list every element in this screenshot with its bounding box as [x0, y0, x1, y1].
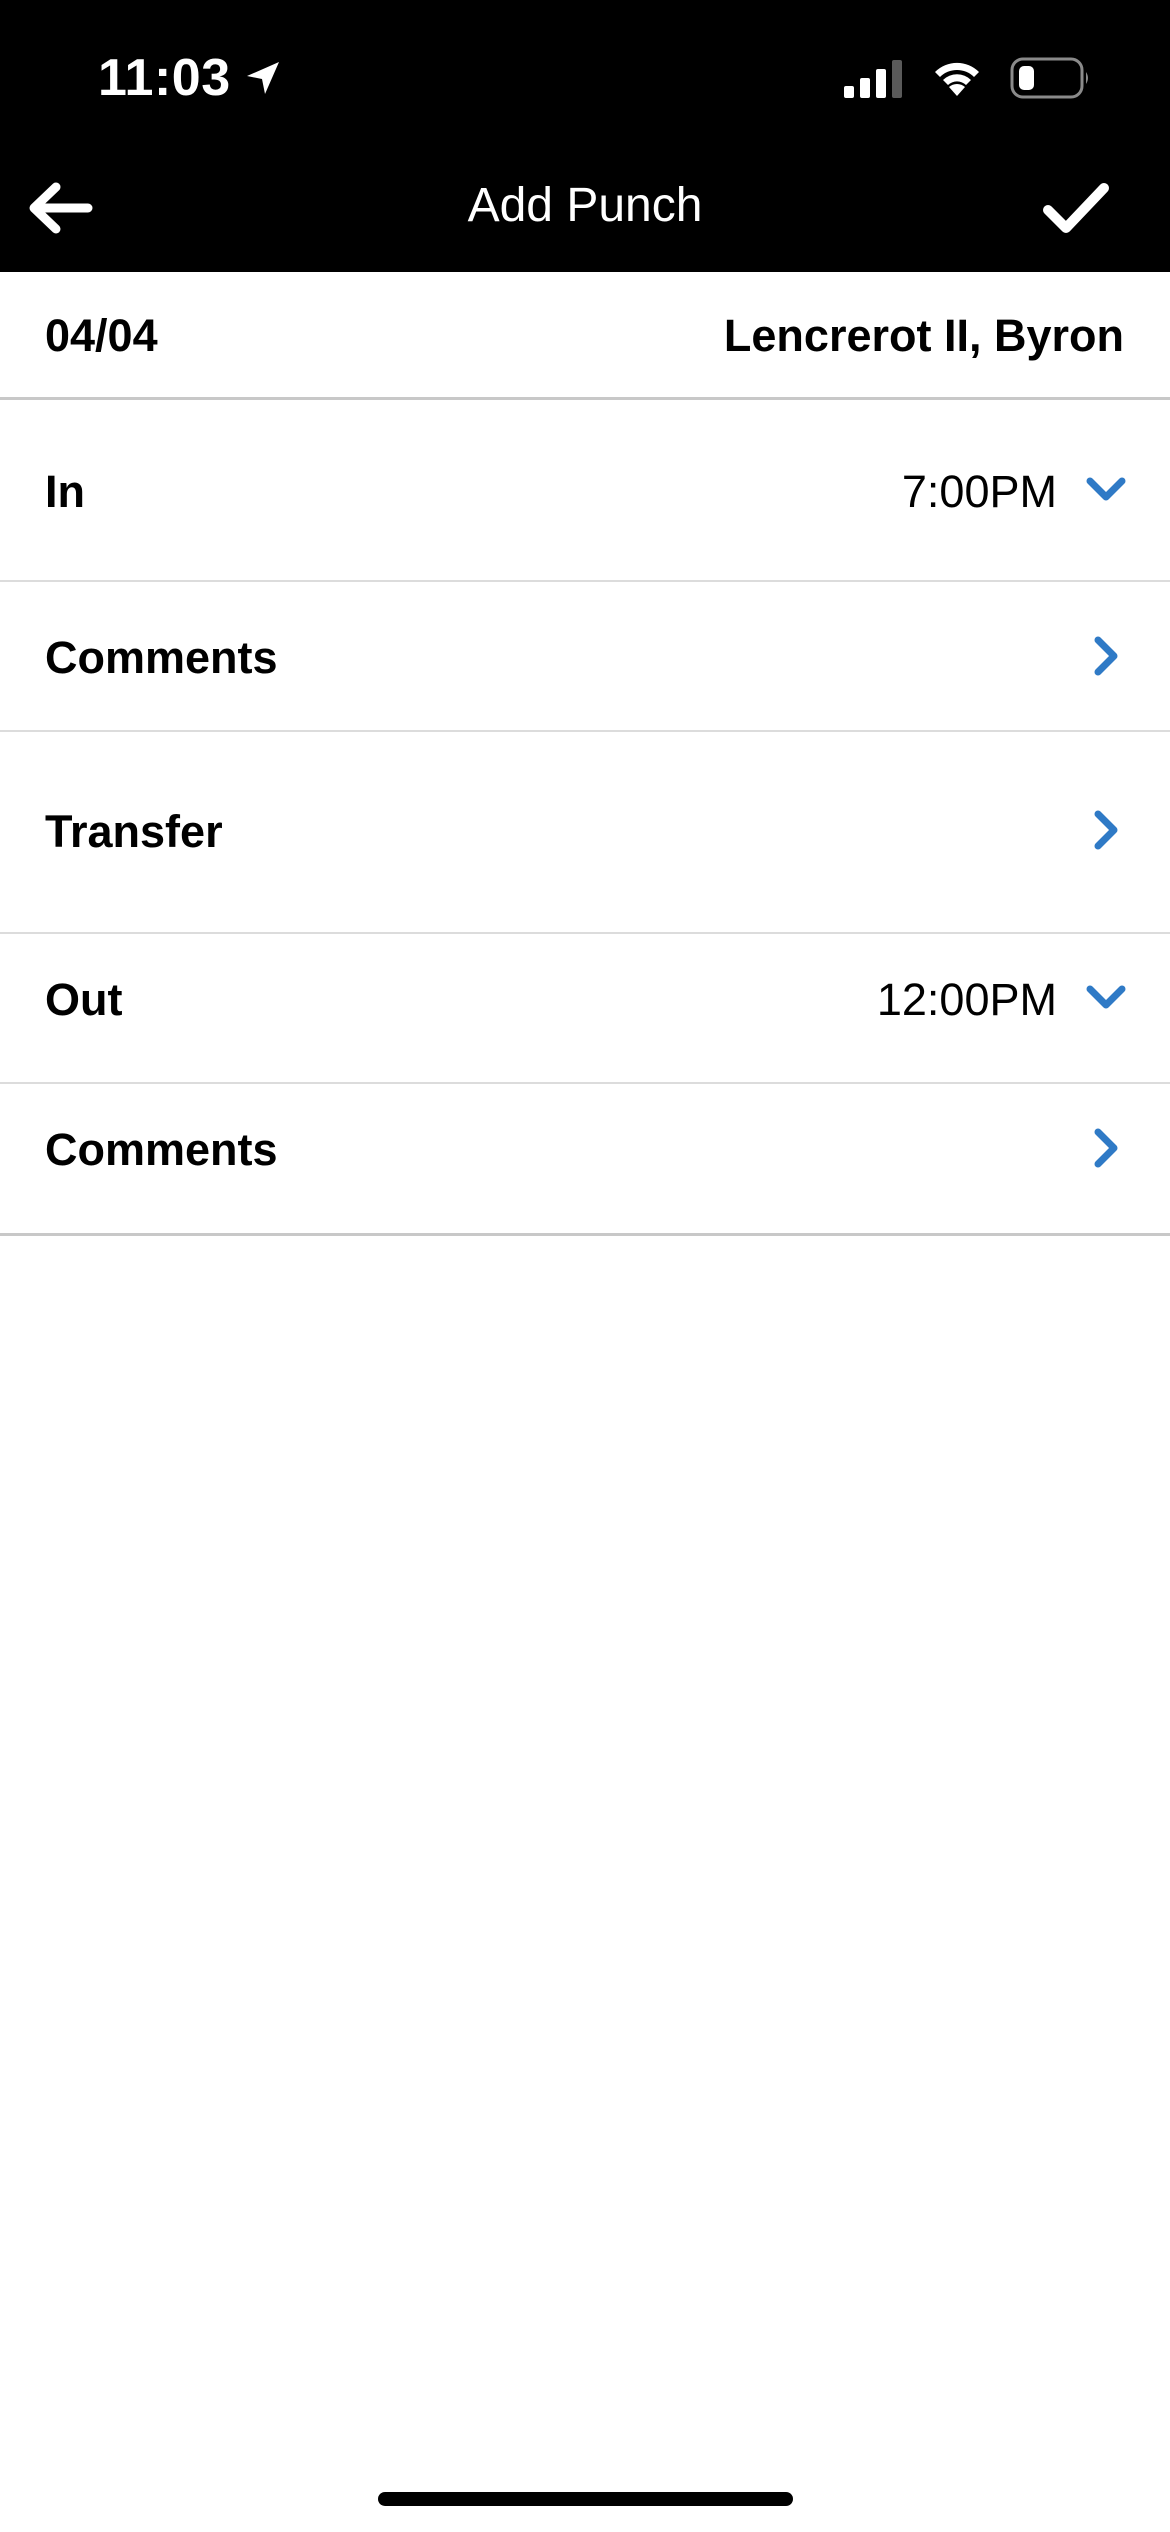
- out-comments-row[interactable]: Comments: [0, 1084, 1170, 1236]
- chevron-right-icon[interactable]: [1082, 806, 1130, 854]
- chevron-right-icon[interactable]: [1082, 632, 1130, 680]
- status-time: 11:03: [98, 49, 231, 107]
- chevron-down-icon[interactable]: [1082, 466, 1130, 514]
- home-indicator[interactable]: [378, 2492, 793, 2506]
- out-time-row[interactable]: Out 12:00PM: [0, 934, 1170, 1084]
- punch-date: 04/04: [45, 310, 158, 361]
- status-bar-right: [844, 52, 1092, 104]
- transfer-row[interactable]: Transfer: [0, 732, 1170, 934]
- save-check-button[interactable]: [1038, 170, 1114, 246]
- row-label: Comments: [45, 632, 278, 683]
- row-label: Comments: [45, 1124, 278, 1175]
- add-punch-screen: 11:03 Add Punch 04/04 Lencrerot II, Byro…: [0, 0, 1170, 2532]
- employee-name: Lencrerot II, Byron: [723, 310, 1124, 361]
- wifi-icon: [930, 58, 984, 98]
- status-bar-left: 11:03: [98, 46, 283, 110]
- row-label: Out: [45, 974, 123, 1025]
- checkmark-icon: [1043, 183, 1109, 233]
- in-comments-row[interactable]: Comments: [0, 582, 1170, 732]
- in-time-row[interactable]: In 7:00PM: [0, 400, 1170, 582]
- in-time-value: 7:00PM: [901, 466, 1057, 517]
- page-title: Add Punch: [467, 179, 703, 232]
- cellular-signal-icon: [844, 58, 904, 98]
- out-time-value: 12:00PM: [876, 974, 1057, 1025]
- chevron-right-icon[interactable]: [1082, 1124, 1130, 1172]
- row-label: Transfer: [45, 806, 223, 857]
- punch-info-row: 04/04 Lencrerot II, Byron: [0, 272, 1170, 400]
- battery-icon: [1010, 57, 1092, 99]
- chevron-down-icon[interactable]: [1082, 974, 1130, 1022]
- row-label: In: [45, 466, 85, 517]
- arrow-left-icon: [29, 182, 93, 234]
- back-button[interactable]: [24, 172, 96, 244]
- location-arrow-icon: [243, 58, 283, 98]
- header-bar: 11:03 Add Punch: [0, 0, 1170, 272]
